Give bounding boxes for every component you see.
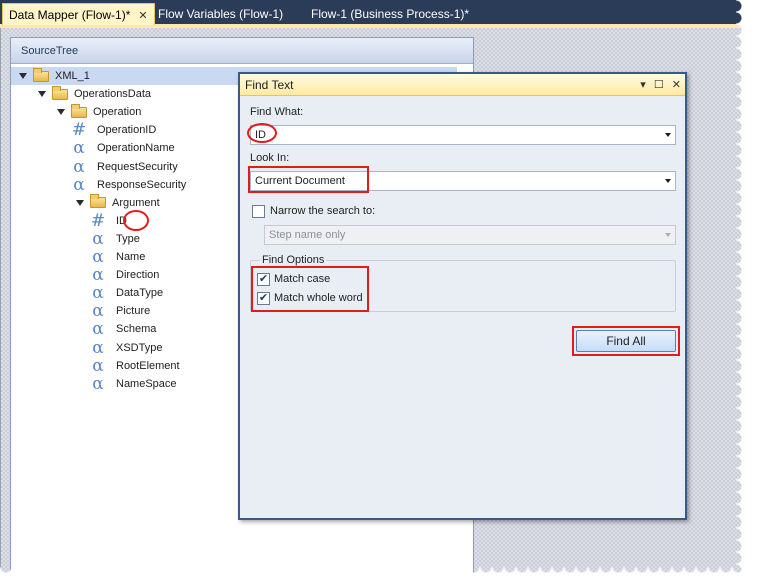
tab-business-process-label: Flow-1 (Business Process-1)* [311, 7, 470, 21]
annotation-circle [123, 209, 149, 231]
source-tree-header: SourceTree [11, 38, 473, 64]
alpha-icon: α [92, 301, 104, 322]
alpha-icon: α [92, 228, 104, 249]
tree-item-label: Direction [116, 269, 160, 282]
annotation-circle [247, 123, 277, 143]
tab-business-process[interactable]: Flow-1 (Business Process-1)* [305, 4, 475, 24]
torn-edge-bottom [0, 567, 760, 581]
tree-field-item[interactable]: α RequestSecurity [71, 156, 178, 177]
find-what-label: Find What: [250, 106, 304, 118]
tree-item-label: Name [116, 251, 146, 263]
alpha-icon: α [73, 138, 85, 159]
narrow-search-value: Step name only [269, 229, 346, 241]
tree-field-item[interactable]: α NameSpace [90, 373, 177, 394]
folder-icon [33, 67, 49, 82]
close-icon[interactable]: ✕ [672, 79, 681, 91]
folder-icon [90, 194, 106, 209]
expand-icon[interactable] [76, 199, 84, 206]
tab-data-mapper[interactable]: Data Mapper (Flow-1)* ✕ [2, 3, 155, 25]
chevron-down-icon[interactable] [665, 233, 671, 237]
tree-field-item[interactable]: # ID [90, 212, 127, 230]
tree-item-label: RequestSecurity [97, 160, 178, 173]
tree-item-label: OperationName [97, 142, 175, 155]
window-controls: ▾ ☐ ✕ [635, 74, 681, 96]
find-what-input[interactable]: ID [250, 125, 676, 145]
tree-item-label: XSDType [116, 341, 163, 354]
tree-item-label: Picture [116, 305, 151, 318]
expand-icon[interactable] [19, 73, 27, 80]
tree-item-label: NameSpace [116, 377, 177, 390]
alpha-icon: α [92, 355, 104, 376]
narrow-search-checkbox[interactable] [252, 205, 265, 218]
tree-item-label: XML_1 [55, 70, 90, 82]
tree-field-item[interactable]: α Picture [90, 302, 150, 320]
expand-icon[interactable] [57, 109, 65, 116]
maximize-icon[interactable]: ☐ [654, 79, 664, 91]
hash-icon: # [90, 210, 106, 231]
tree-item-label: Operation [93, 106, 142, 119]
alpha-icon: α [73, 174, 85, 195]
tree-folder-item[interactable]: Operation [57, 103, 141, 121]
tree-item-label: Type [116, 232, 140, 245]
tree-field-item[interactable]: α XSDType [90, 339, 162, 357]
alpha-icon: α [73, 156, 85, 177]
tree-item-label: OperationsData [74, 88, 152, 101]
alpha-icon: α [92, 337, 104, 358]
tree-item-label: Schema [116, 323, 157, 336]
annotation-box [572, 326, 680, 356]
chevron-down-icon[interactable] [665, 179, 671, 183]
hash-icon: # [71, 120, 87, 141]
dialog-title: Find Text [245, 78, 294, 92]
source-tree-title: SourceTree [21, 45, 79, 57]
tree-field-item[interactable]: α OperationName [71, 138, 175, 159]
tree-item-label: ResponseSecurity [97, 178, 187, 191]
tree-field-item[interactable]: α Direction [90, 266, 159, 284]
tree-field-item[interactable]: # OperationID [71, 121, 156, 139]
annotation-box [251, 266, 369, 312]
tree-folder-item[interactable]: OperationsData [38, 85, 151, 103]
find-options-label: Find Options [260, 254, 327, 266]
tree-item-label: DataType [116, 287, 164, 300]
folder-icon [52, 85, 68, 100]
alpha-icon: α [92, 373, 104, 394]
alpha-icon: α [92, 247, 104, 268]
find-text-dialog: Find Text ▾ ☐ ✕ Find What: ID Look In: C… [238, 72, 687, 520]
tree-field-item[interactable]: α DataType [90, 284, 163, 302]
tree-field-item[interactable]: α RootElement [90, 355, 180, 376]
close-icon[interactable]: ✕ [138, 10, 147, 22]
tree-item-label: RootElement [116, 359, 180, 372]
alpha-icon: α [92, 319, 104, 340]
tab-flow-variables-label: Flow Variables (Flow-1) [158, 7, 284, 21]
tab-data-mapper-label: Data Mapper (Flow-1)* [9, 8, 131, 22]
tree-item-label: OperationID [97, 124, 157, 137]
narrow-search-label: Narrow the search to: [270, 205, 376, 217]
document-tab-strip: Data Mapper (Flow-1)* ✕ Flow Variables (F… [0, 0, 744, 28]
tree-field-item[interactable]: α Schema [90, 320, 156, 338]
dropdown-icon[interactable]: ▾ [640, 79, 646, 91]
expand-icon[interactable] [38, 91, 46, 98]
dialog-title-bar[interactable]: Find Text ▾ ☐ ✕ [240, 74, 685, 96]
alpha-icon: α [92, 265, 104, 286]
tree-field-item[interactable]: α ResponseSecurity [71, 176, 186, 194]
annotation-box [248, 166, 369, 193]
narrow-search-select[interactable]: Step name only [264, 225, 676, 245]
folder-icon [71, 103, 87, 118]
tree-field-item[interactable]: α Type [90, 230, 140, 248]
tree-folder-item[interactable]: Argument [76, 194, 160, 212]
alpha-icon: α [92, 283, 104, 304]
look-in-label: Look In: [250, 152, 290, 164]
chevron-down-icon[interactable] [665, 133, 671, 137]
tab-flow-variables[interactable]: Flow Variables (Flow-1) [152, 4, 289, 24]
tree-field-item[interactable]: α Name [90, 248, 145, 266]
torn-edge-right [736, 0, 760, 581]
tree-item-label: Argument [112, 196, 160, 209]
